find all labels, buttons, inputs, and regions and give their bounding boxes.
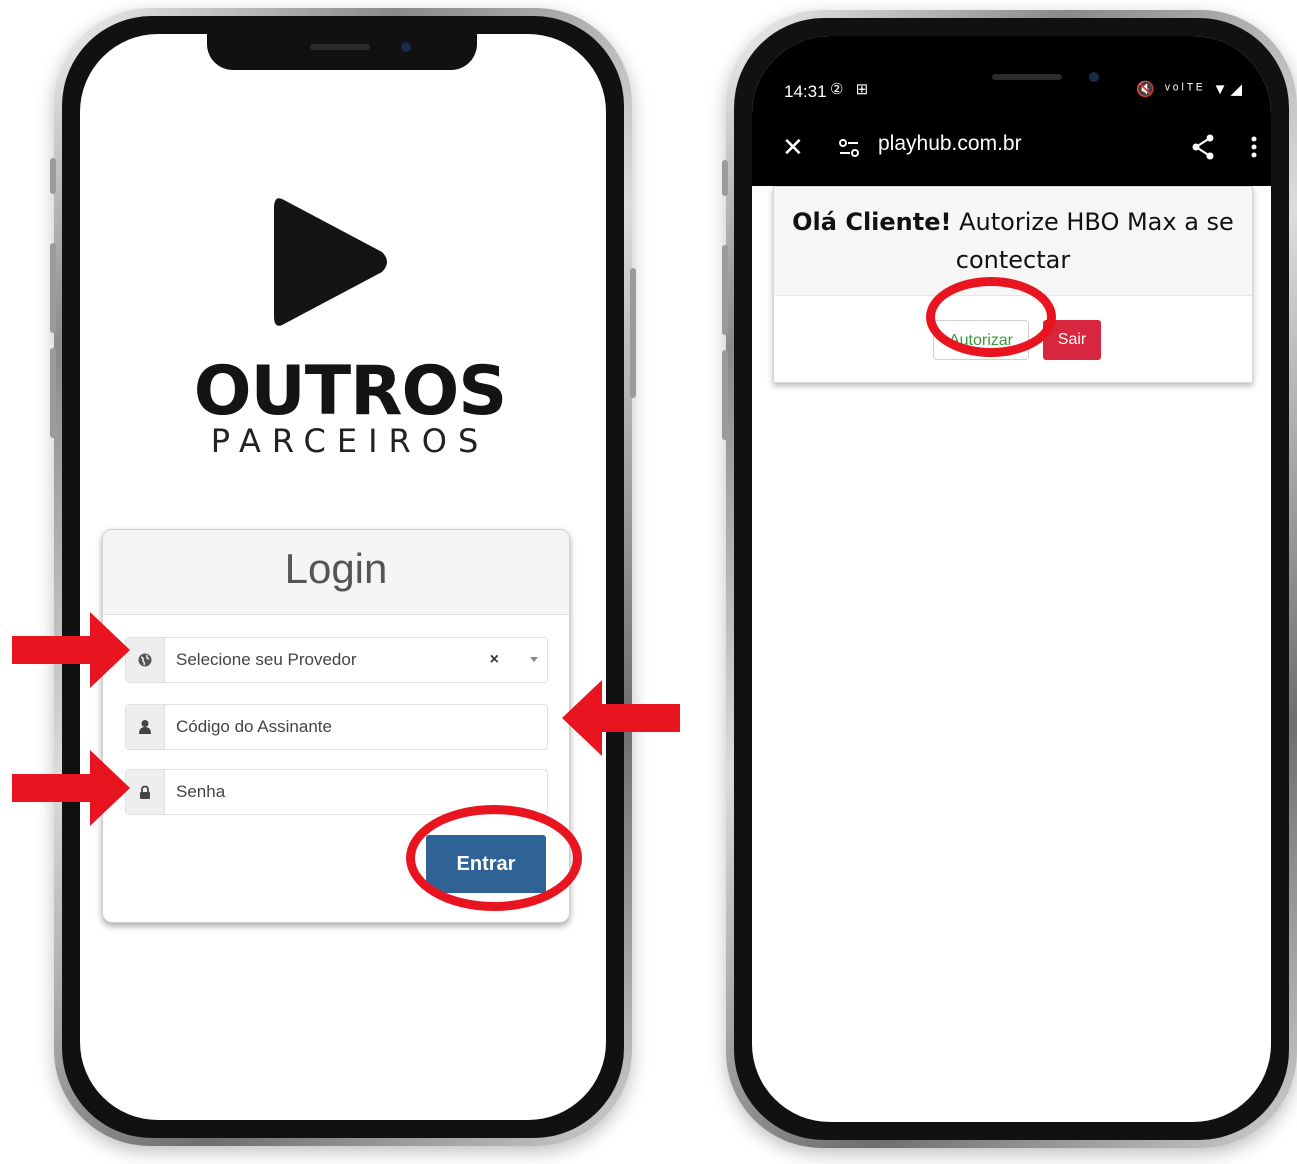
notch [207,34,477,70]
logo-outros: OUTROS [193,352,508,431]
volume-down-button [722,350,728,440]
arrow-right-icon [12,750,130,826]
phone-bezel: 14:31 ② ⊞ 🔇 ᵛᵒˡᵀᴱ ▼◢ ✕ playhub.com.br Ol… [734,18,1289,1140]
volume-up-button [50,243,56,333]
highlight-ring-entrar [406,805,582,911]
logo-parceiros: PARCEIROS [210,422,490,460]
speaker-grille [992,74,1062,80]
subscriber-code-field[interactable]: Código do Assinante [125,704,548,750]
chevron-down-icon[interactable] [530,657,538,662]
status-signal-icons: 🔇 ᵛᵒˡᵀᴱ ▼◢ [1136,81,1245,98]
share-icon[interactable] [1191,134,1215,160]
phone-screen: OUTROS PARCEIROS Login Selecione seu Pro… [80,34,606,1120]
lock-icon [126,770,165,814]
highlight-ring-autorizar [926,277,1056,357]
volume-down-button [50,348,56,438]
phone-right: 14:31 ② ⊞ 🔇 ᵛᵒˡᵀᴱ ▼◢ ✕ playhub.com.br Ol… [722,10,1297,1148]
password-placeholder: Senha [176,782,226,801]
phone-screen: 14:31 ② ⊞ 🔇 ᵛᵒˡᵀᴱ ▼◢ ✕ playhub.com.br Ol… [752,36,1271,1122]
mute-switch [50,158,56,194]
arrow-left-icon [562,680,680,756]
mute-switch [722,160,728,196]
status-notification-icons: ② ⊞ [830,81,873,98]
speaker-grille [310,44,370,50]
play-logo-icon [274,198,387,326]
url-bar[interactable]: playhub.com.br [878,132,1022,156]
more-options-icon[interactable] [1251,136,1257,158]
phone-bezel: OUTROS PARCEIROS Login Selecione seu Pro… [62,16,624,1138]
front-camera [401,42,411,52]
provider-select-value: Selecione seu Provedor [176,650,357,669]
globe-icon [126,638,165,682]
subscriber-code-placeholder: Código do Assinante [176,717,332,736]
greeting-text: Olá Cliente! [792,208,952,236]
front-camera [1089,72,1099,82]
arrow-right-icon [12,612,130,688]
power-button [630,268,636,398]
site-settings-icon[interactable] [838,138,860,158]
user-icon [126,705,165,749]
close-icon[interactable]: ✕ [782,132,804,163]
clear-selection-icon[interactable]: × [490,638,499,682]
status-time: 14:31 [784,82,827,101]
phone-left: OUTROS PARCEIROS Login Selecione seu Pro… [50,8,636,1146]
provider-select[interactable]: Selecione seu Provedor × [125,637,548,683]
authorization-prompt: Autorize HBO Max a se contectar [955,208,1234,274]
volume-up-button [722,245,728,335]
login-title: Login [103,530,569,615]
browser-topbar: 14:31 ② ⊞ 🔇 ᵛᵒˡᵀᴱ ▼◢ ✕ playhub.com.br [752,36,1271,186]
